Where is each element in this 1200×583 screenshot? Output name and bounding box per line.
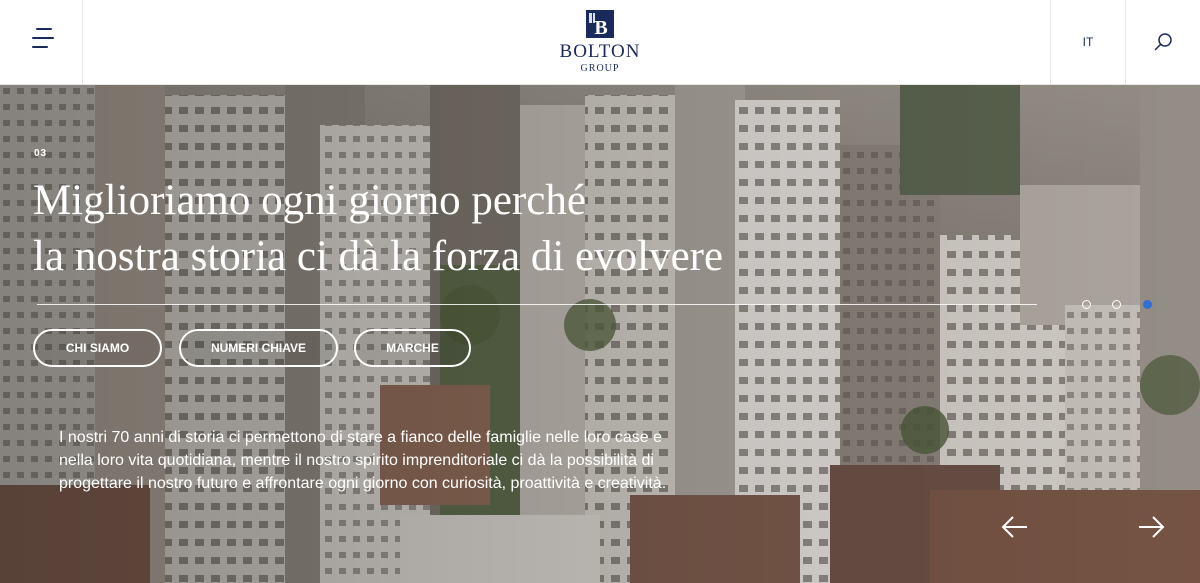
slider-dot-1[interactable] <box>1082 300 1091 309</box>
menu-button[interactable] <box>0 0 83 85</box>
slider-dot-2[interactable] <box>1112 300 1121 309</box>
logo-mark-icon: B <box>586 10 614 38</box>
arrow-right-icon[interactable] <box>1136 512 1166 542</box>
language-switcher[interactable]: IT <box>1050 0 1125 85</box>
hero-overlay <box>0 85 1200 583</box>
hamburger-icon <box>32 28 56 50</box>
slider-pagination <box>1080 300 1160 312</box>
hero-headline: Miglioriamo ogni giorno perché la nostra… <box>33 173 853 285</box>
arrow-left-icon[interactable] <box>1000 512 1030 542</box>
logo-mark-letter: B <box>594 17 607 38</box>
hero-headline-line-2: la nostra storia ci dà la forza di evolv… <box>33 233 724 280</box>
slider-dot-3[interactable] <box>1143 300 1152 309</box>
logo-subtitle: GROUP <box>580 63 620 74</box>
hero-divider <box>37 304 1037 305</box>
hero-slider: 03 Miglioriamo ogni giorno perché la nos… <box>0 85 1200 583</box>
marche-button[interactable]: MARCHE <box>354 329 471 367</box>
bolton-group-logo[interactable]: B BOLTON GROUP <box>550 10 650 76</box>
site-header: B BOLTON GROUP IT <box>0 0 1200 85</box>
hero-description: I nostri 70 anni di storia ci permettono… <box>59 429 667 492</box>
logo-name: BOLTON <box>559 41 641 62</box>
hero-headline-line-1: Miglioriamo ogni giorno perché <box>33 177 586 224</box>
chi-siamo-button[interactable]: CHI SIAMO <box>33 329 162 367</box>
numeri-chiave-button[interactable]: NUMERI CHIAVE <box>179 329 338 367</box>
search-icon <box>1154 33 1172 51</box>
search-button[interactable] <box>1125 0 1200 85</box>
slide-number: 03 <box>34 148 48 159</box>
